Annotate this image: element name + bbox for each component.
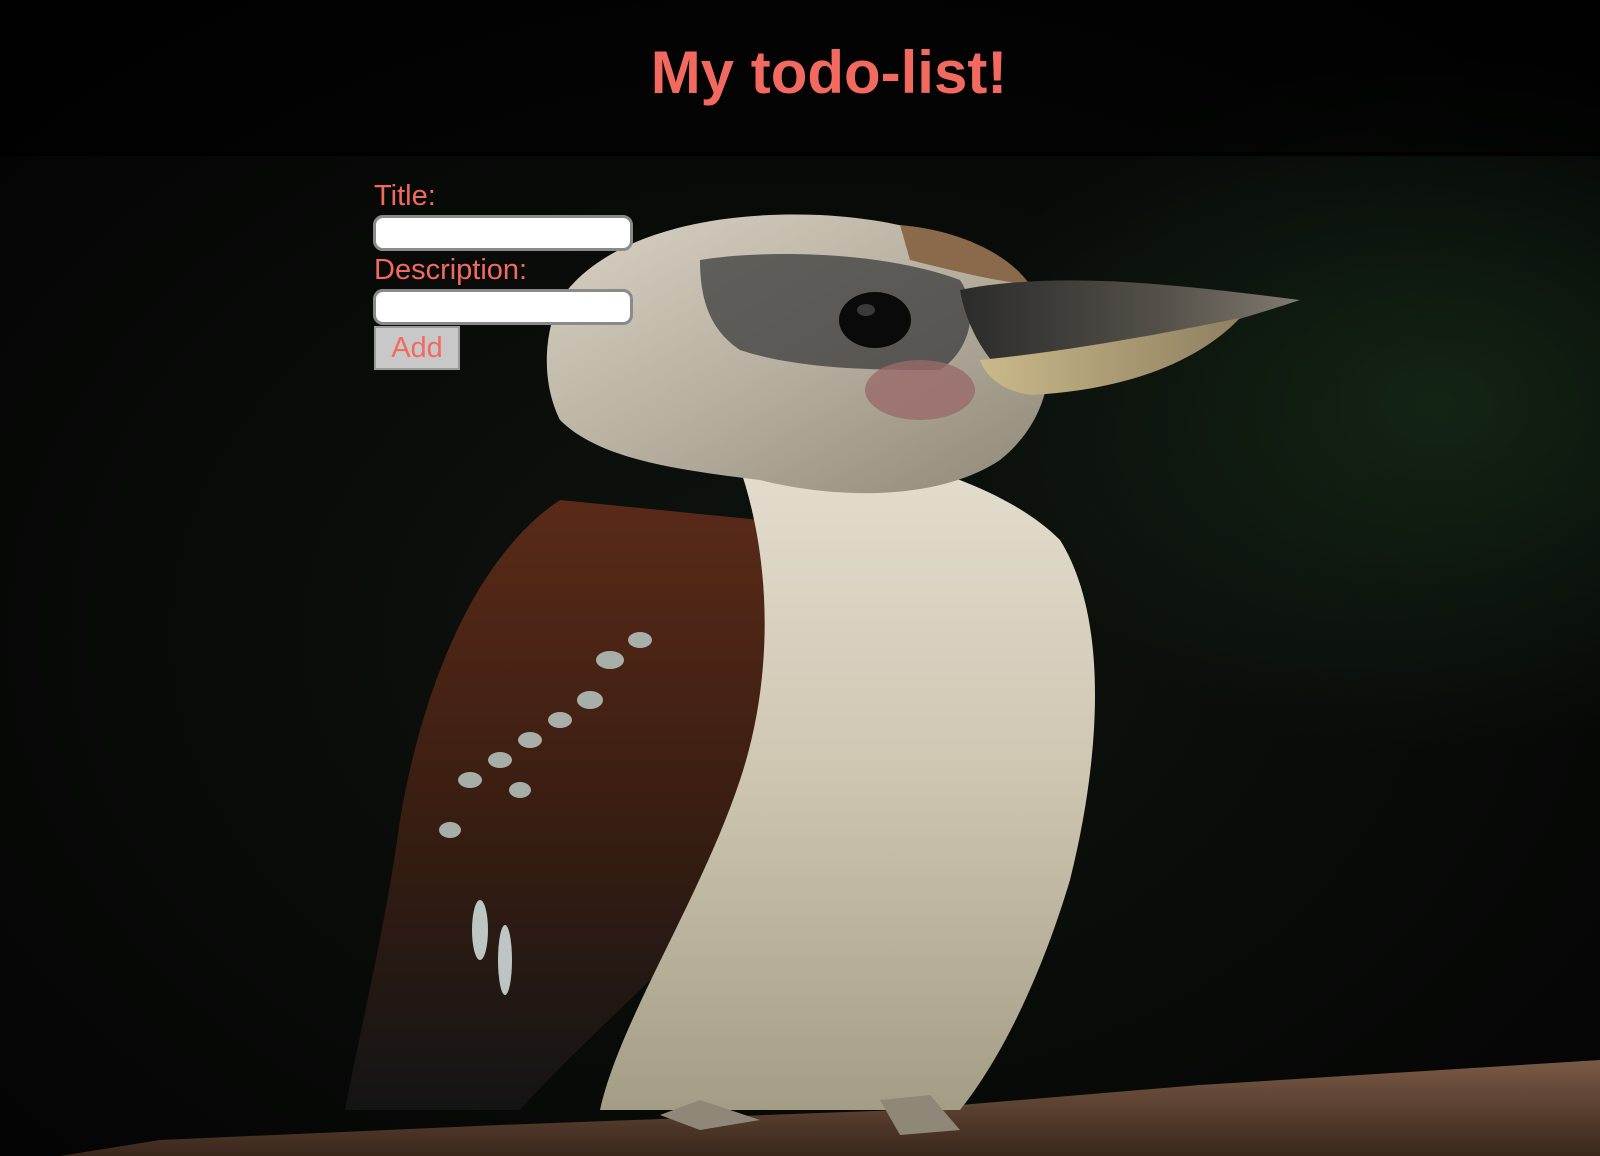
todo-form: Title: Description: Add	[373, 178, 694, 370]
description-label: Description:	[374, 254, 528, 286]
page-title: My todo-list!	[650, 39, 1008, 106]
description-input[interactable]	[373, 289, 633, 325]
add-button[interactable]: Add	[374, 326, 460, 370]
header-bar: My todo-list!	[0, 0, 1600, 156]
title-label: Title:	[374, 180, 436, 212]
kookaburra-background-photo	[0, 0, 1600, 1156]
title-input[interactable]	[373, 215, 633, 251]
